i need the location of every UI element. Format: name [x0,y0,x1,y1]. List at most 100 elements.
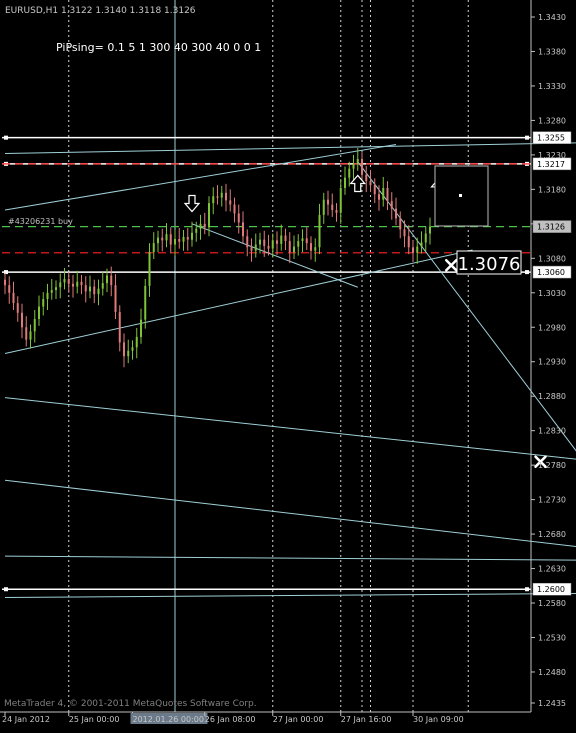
candle-body [93,286,96,295]
candle-body [101,283,104,289]
candle-body [72,283,74,287]
y-tick-label: 1.2880 [538,392,566,401]
candle-body [38,306,40,319]
candle-body [297,241,300,247]
candle-body [29,331,32,340]
candle-body [63,278,66,283]
candle-body [395,208,397,219]
y-tick-label: 1.2680 [538,530,566,539]
candle-body [110,275,113,286]
x-tick-label: 30 Jan 09:00 [413,715,464,724]
y-tick-label: 1.2580 [538,599,566,608]
candle-body [161,237,164,241]
candle-body [89,286,91,292]
level-handle [525,587,529,592]
candle-body [280,235,283,244]
candle-body [339,187,342,213]
price-tag-label: 1.3126 [537,223,565,232]
candle-body [199,223,202,229]
y-tick-label: 1.2780 [538,461,566,470]
y-tick-label: 1.2730 [538,496,566,505]
candle-body [284,235,287,242]
candle-body [174,239,176,245]
candle-body [220,192,223,198]
candle-body [50,290,53,293]
candle-body [327,199,329,205]
candle-body [386,187,389,202]
candle-body [276,240,278,244]
x-tick-label: 27 Jan 16:00 [341,715,392,724]
candle-body [259,239,261,245]
candle-body [21,312,23,328]
candle-body [178,239,181,242]
candle-body [314,247,317,251]
candle-body [254,244,257,251]
candle-body [382,187,385,200]
candle-body [369,181,372,186]
candle-body [412,247,414,253]
candle-body [246,236,249,248]
candle-body [301,238,304,242]
candle-body [46,292,49,299]
y-tick-label: 1.2480 [538,668,566,677]
y-tick-label: 1.3030 [538,289,566,298]
chart-area[interactable]: 1.34301.33801.33301.32801.32301.31801.31… [0,0,576,729]
y-tick-label: 1.2435 [538,699,566,708]
candle-body [233,204,236,214]
candle-body [208,203,210,228]
y-tick-label: 1.2530 [538,634,566,643]
y-tick-label: 1.2930 [538,358,566,367]
candle-body [225,192,227,201]
candle-body [12,292,15,304]
candle-body [118,312,121,343]
candle-body [335,210,338,213]
price-tag-label: 1.3060 [537,268,565,277]
price-tag-label: 1.3217 [537,160,565,169]
candle-body [403,229,406,237]
y-tick-label: 1.2980 [538,323,566,332]
candle-body [33,318,36,332]
candle-body [165,234,168,241]
candle-body [416,246,419,253]
candle-body [140,319,142,337]
candle-body [123,342,125,357]
candle-body [191,232,193,240]
candle-body [322,199,325,215]
candle-body [4,279,6,286]
candle-body [229,200,232,205]
candle-body [152,243,155,253]
candle-body [157,237,159,244]
candle-body [420,242,423,247]
candle-body [310,243,312,251]
target-zone-dot [459,194,462,197]
candle-body [16,303,19,313]
price-chart[interactable]: 1.34301.33801.33301.32801.32301.31801.31… [0,0,576,729]
x-tick-label: 2012.01.26 00:00 [133,715,204,724]
candle-body [250,247,253,251]
candle-body [429,226,431,234]
candle-body [97,288,100,295]
candle-body [407,236,410,248]
candle-body [25,327,28,340]
x-tick-label: 26 Jan 08:00 [205,715,256,724]
candle-body [106,275,108,284]
candle-body [267,245,270,249]
order-label: #43206231 buy [8,217,73,226]
candle-body [365,174,368,182]
candle-body [293,246,295,253]
chart-background [0,0,576,729]
x-tick-label: 25 Jan 00:00 [69,715,120,724]
candle-body [271,240,274,249]
candle-body [84,285,87,292]
candle-body [399,218,402,230]
candle-body [203,223,206,228]
y-tick-label: 1.3080 [538,254,566,263]
candle-body [373,185,376,195]
candle-body [331,204,334,211]
candle-body [216,196,219,198]
candle-body [348,168,351,178]
candle-body [67,278,70,284]
candle-body [144,285,147,320]
price-tag-label: 1.2600 [537,585,565,594]
candle-body [390,201,393,209]
